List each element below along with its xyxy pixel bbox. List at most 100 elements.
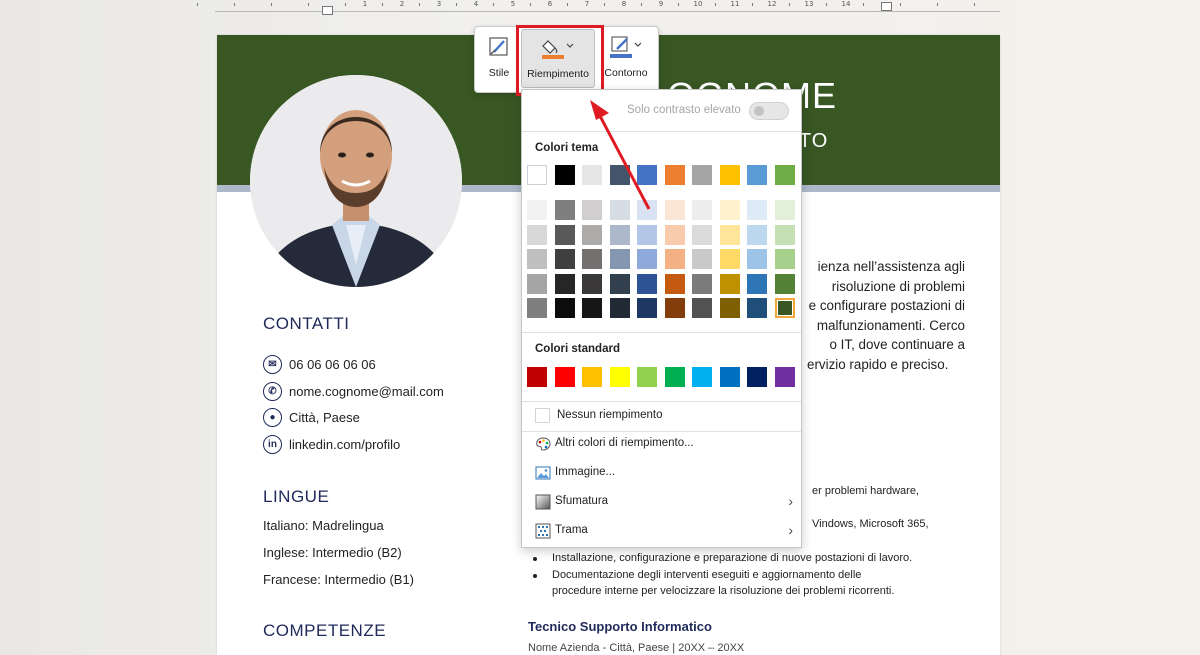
theme-shade-swatch[interactable] (609, 273, 630, 294)
gradient-item[interactable]: Sfumatura › (522, 489, 801, 515)
theme-shade-swatch[interactable] (692, 298, 712, 318)
theme-shade-swatch[interactable] (582, 224, 602, 245)
theme-shade-swatch[interactable] (637, 298, 657, 318)
standard-color-swatch[interactable] (527, 367, 547, 387)
theme-shade-swatch[interactable] (637, 273, 657, 294)
theme-shade-swatch[interactable] (527, 298, 547, 318)
job-subtitle[interactable]: Nome Azienda - Città, Paese | 20XX – 20X… (528, 642, 744, 654)
theme-color-swatch[interactable] (609, 165, 630, 185)
theme-color-swatch[interactable] (774, 165, 795, 185)
standard-color-swatch[interactable] (774, 367, 795, 387)
contact-phone[interactable]: ✉ 06 06 06 06 06 (263, 355, 376, 374)
texture-item[interactable]: Trama › (522, 518, 801, 544)
language-item[interactable]: Francese: Intermedio (B1) (263, 572, 414, 587)
theme-shade-swatch[interactable] (582, 200, 602, 220)
theme-color-swatch[interactable] (664, 165, 685, 185)
theme-shade-swatch[interactable] (774, 249, 795, 269)
theme-shade-swatch[interactable] (747, 249, 767, 269)
theme-shade-swatch[interactable] (554, 298, 575, 318)
profile-photo[interactable] (250, 75, 462, 287)
theme-shade-swatch[interactable] (664, 224, 685, 245)
linkedin-icon: in (263, 435, 282, 454)
theme-shade-swatch[interactable] (664, 298, 685, 318)
left-indent-marker[interactable] (322, 6, 333, 15)
theme-shade-swatch[interactable] (719, 273, 740, 294)
theme-shade-swatch[interactable] (527, 273, 547, 294)
summary-line: risoluzione di problemi (831, 278, 965, 294)
theme-shade-swatch[interactable] (719, 298, 740, 318)
contact-text: linkedin.com/profilo (289, 437, 401, 452)
horizontal-ruler[interactable]: 1 2 3 4 5 6 7 8 9 10 11 12 13 14 (0, 0, 1200, 18)
contact-linkedin[interactable]: in linkedin.com/profilo (263, 435, 400, 454)
theme-shade-swatch[interactable] (554, 249, 575, 269)
theme-shade-swatch[interactable] (582, 298, 602, 318)
standard-color-swatch[interactable] (747, 367, 767, 387)
theme-shade-swatch[interactable] (719, 200, 740, 220)
theme-shade-swatch[interactable] (664, 200, 685, 220)
theme-shade-swatch[interactable] (747, 224, 767, 245)
ruler-tick (530, 3, 531, 6)
high-contrast-label: Solo contrasto elevato (627, 104, 741, 116)
theme-shade-swatch[interactable] (637, 249, 657, 269)
theme-shade-swatch[interactable] (664, 273, 685, 294)
outline-button[interactable]: Contorno (599, 29, 653, 88)
theme-shade-swatch[interactable] (747, 273, 767, 294)
theme-shade-swatch[interactable] (609, 249, 630, 269)
theme-color-swatch[interactable] (637, 165, 657, 185)
theme-shade-swatch[interactable] (527, 224, 547, 245)
theme-shade-swatch[interactable] (637, 200, 657, 220)
theme-shade-swatch[interactable] (747, 298, 767, 318)
theme-shade-swatch[interactable] (719, 249, 740, 269)
high-contrast-toggle[interactable] (749, 102, 789, 120)
theme-shade-swatch[interactable] (774, 200, 795, 220)
standard-color-swatch[interactable] (609, 367, 630, 387)
profile-summary[interactable]: ienza nell’assistenza agli risoluzione d… (807, 257, 965, 374)
theme-shade-swatch[interactable] (582, 273, 602, 294)
standard-color-swatch[interactable] (637, 367, 657, 387)
theme-shade-swatch[interactable] (747, 200, 767, 220)
theme-shade-swatch[interactable] (637, 224, 657, 245)
theme-shade-swatch[interactable] (554, 224, 575, 245)
standard-color-swatch[interactable] (719, 367, 740, 387)
standard-color-swatch[interactable] (664, 367, 685, 387)
theme-shade-swatch[interactable] (692, 249, 712, 269)
contact-location[interactable]: ● Città, Paese (263, 408, 360, 427)
theme-shade-swatch[interactable] (692, 200, 712, 220)
theme-shade-swatch[interactable] (554, 200, 575, 220)
phone-icon: ✆ (263, 382, 282, 401)
more-fill-colors-item[interactable]: Altri colori di riempimento... (522, 431, 801, 457)
theme-color-swatch[interactable] (692, 165, 712, 185)
theme-shade-swatch[interactable] (527, 200, 547, 220)
job-title[interactable]: Tecnico Supporto Informatico (528, 619, 712, 634)
style-button[interactable]: Stile (479, 29, 519, 88)
theme-color-swatch[interactable] (719, 165, 740, 185)
theme-shade-swatch[interactable] (554, 273, 575, 294)
theme-shade-swatch[interactable] (774, 224, 795, 245)
language-item[interactable]: Italiano: Madrelingua (263, 518, 384, 533)
right-indent-marker[interactable] (881, 2, 892, 11)
theme-shade-swatch[interactable] (692, 273, 712, 294)
theme-shade-swatch[interactable] (774, 273, 795, 294)
theme-shade-swatch[interactable] (609, 298, 630, 318)
contact-email[interactable]: ✆ nome.cognome@mail.com (263, 382, 444, 401)
theme-shade-swatch[interactable] (582, 249, 602, 269)
theme-shade-swatch[interactable] (609, 224, 630, 245)
theme-shade-swatch[interactable] (664, 249, 685, 269)
theme-shade-swatch[interactable] (719, 224, 740, 245)
theme-shade-swatch[interactable] (774, 298, 795, 318)
theme-color-swatch[interactable] (554, 165, 575, 185)
language-item[interactable]: Inglese: Intermedio (B2) (263, 545, 402, 560)
theme-shade-swatch[interactable] (527, 249, 547, 269)
theme-shade-swatch[interactable] (609, 200, 630, 220)
standard-color-swatch[interactable] (692, 367, 712, 387)
standard-color-swatch[interactable] (582, 367, 602, 387)
no-fill-item[interactable]: Nessun riempimento (522, 403, 801, 429)
theme-color-swatch[interactable] (747, 165, 767, 185)
theme-shade-swatch[interactable] (692, 224, 712, 245)
more-fill-colors-label: Altri colori di riempimento... (555, 437, 694, 449)
picture-fill-item[interactable]: Immagine... (522, 460, 801, 486)
standard-color-swatch[interactable] (554, 367, 575, 387)
picture-icon (535, 466, 551, 480)
theme-color-swatch[interactable] (527, 165, 547, 185)
theme-color-swatch[interactable] (582, 165, 602, 185)
